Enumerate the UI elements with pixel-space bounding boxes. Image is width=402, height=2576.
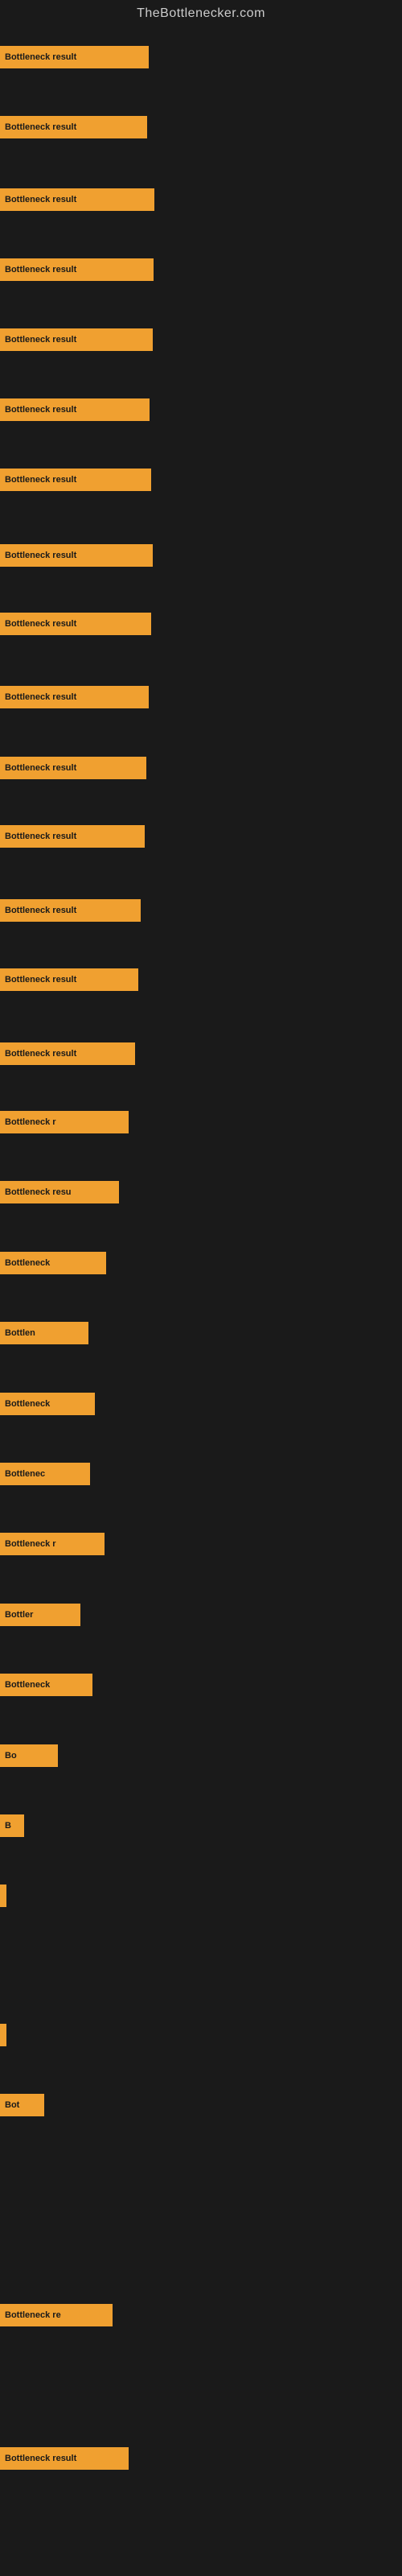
bar-label: Bottlenec	[5, 1469, 45, 1479]
bar-item: Bottler	[0, 1604, 80, 1626]
bar-label: Bottleneck result	[5, 2454, 76, 2463]
bar-label: Bottlen	[5, 1328, 35, 1338]
bar-fill: Bottleneck result	[0, 398, 150, 421]
bar-fill: Bottleneck	[0, 1393, 95, 1415]
bar-label: Bottleneck result	[5, 335, 76, 345]
bar-item	[0, 2024, 6, 2046]
bar-item: Bottleneck r	[0, 1533, 105, 1555]
bar-label: Bottleneck result	[5, 405, 76, 415]
bar-item: Bottleneck result	[0, 544, 153, 567]
bar-fill: Bottleneck result	[0, 2447, 129, 2470]
bar-item: Bottleneck result	[0, 46, 149, 68]
bar-fill: Bottleneck result	[0, 613, 151, 635]
bar-fill: Bottleneck result	[0, 328, 153, 351]
bar-label: Bottleneck result	[5, 195, 76, 204]
bar-item: Bottleneck result	[0, 258, 154, 281]
bar-fill: Bottlenec	[0, 1463, 90, 1485]
bar-fill: Bot	[0, 2094, 44, 2116]
site-title: TheBottlenecker.com	[0, 0, 402, 24]
bar-fill: Bottleneck result	[0, 899, 141, 922]
bar-item: Bottleneck	[0, 1252, 106, 1274]
bar-fill: Bottleneck resu	[0, 1181, 119, 1203]
bar-item: Bottleneck result	[0, 613, 151, 635]
bar-item: Bottleneck result	[0, 116, 147, 138]
bar-fill: Bottleneck result	[0, 258, 154, 281]
bar-item: Bottleneck result	[0, 968, 138, 991]
bar-label: Bottleneck result	[5, 1049, 76, 1059]
bar-item: Bottleneck result	[0, 825, 145, 848]
bar-label: Bottleneck r	[5, 1117, 56, 1127]
bar-item: Bottleneck r	[0, 1111, 129, 1133]
bar-item: Bottleneck result	[0, 899, 141, 922]
bar-item: Bottleneck result	[0, 1042, 135, 1065]
bar-fill: Bottleneck r	[0, 1111, 129, 1133]
bar-label: Bottleneck result	[5, 265, 76, 275]
bar-fill: Bottleneck result	[0, 46, 149, 68]
bar-label: Bot	[5, 2100, 19, 2110]
bar-fill: B	[0, 1814, 24, 1837]
bar-fill	[0, 1885, 6, 1907]
bar-fill: Bottleneck re	[0, 2304, 113, 2326]
bar-item: Bottleneck	[0, 1393, 95, 1415]
bar-item: Bottleneck result	[0, 2447, 129, 2470]
bar-label: Bottleneck resu	[5, 1187, 72, 1197]
bar-fill: Bottler	[0, 1604, 80, 1626]
bar-item: Bot	[0, 2094, 44, 2116]
bar-fill: Bottleneck result	[0, 1042, 135, 1065]
bar-label: Bottleneck r	[5, 1539, 56, 1549]
bar-label: Bottleneck	[5, 1399, 50, 1409]
bar-item: B	[0, 1814, 24, 1837]
bar-fill: Bottleneck result	[0, 116, 147, 138]
bar-item: Bottleneck	[0, 1674, 92, 1696]
bar-item: Bottlenec	[0, 1463, 90, 1485]
bar-item: Bottleneck re	[0, 2304, 113, 2326]
bar-fill: Bottleneck result	[0, 757, 146, 779]
bar-item: Bottlen	[0, 1322, 88, 1344]
bar-fill: Bottleneck	[0, 1252, 106, 1274]
bar-label: Bottleneck re	[5, 2310, 61, 2320]
bar-item: Bottleneck result	[0, 328, 153, 351]
bar-fill: Bottleneck result	[0, 968, 138, 991]
bar-label: Bottleneck result	[5, 832, 76, 841]
bar-label: Bottleneck result	[5, 52, 76, 62]
bar-label: Bottleneck	[5, 1680, 50, 1690]
bar-label: Bottleneck result	[5, 763, 76, 773]
bar-fill: Bottleneck r	[0, 1533, 105, 1555]
bar-fill: Bo	[0, 1744, 58, 1767]
bar-item: Bottleneck result	[0, 188, 154, 211]
bar-fill: Bottleneck result	[0, 469, 151, 491]
bar-item: Bottleneck resu	[0, 1181, 119, 1203]
bar-fill: Bottleneck result	[0, 544, 153, 567]
bar-item	[0, 1885, 6, 1907]
bar-fill: Bottleneck result	[0, 188, 154, 211]
bar-item: Bottleneck result	[0, 757, 146, 779]
bar-fill: Bottlen	[0, 1322, 88, 1344]
bar-item: Bottleneck result	[0, 686, 149, 708]
bar-item: Bottleneck result	[0, 469, 151, 491]
bar-item: Bo	[0, 1744, 58, 1767]
bar-label: B	[5, 1821, 11, 1831]
bar-fill	[0, 2024, 6, 2046]
bar-label: Bottleneck result	[5, 475, 76, 485]
bar-label: Bottler	[5, 1610, 33, 1620]
bar-label: Bottleneck	[5, 1258, 50, 1268]
bar-label: Bottleneck result	[5, 692, 76, 702]
bar-fill: Bottleneck	[0, 1674, 92, 1696]
bar-fill: Bottleneck result	[0, 686, 149, 708]
bar-label: Bottleneck result	[5, 551, 76, 560]
bar-fill: Bottleneck result	[0, 825, 145, 848]
bar-label: Bottleneck result	[5, 975, 76, 985]
bar-label: Bottleneck result	[5, 122, 76, 132]
bar-item: Bottleneck result	[0, 398, 150, 421]
bar-label: Bottleneck result	[5, 619, 76, 629]
bar-label: Bottleneck result	[5, 906, 76, 915]
bar-label: Bo	[5, 1751, 17, 1761]
